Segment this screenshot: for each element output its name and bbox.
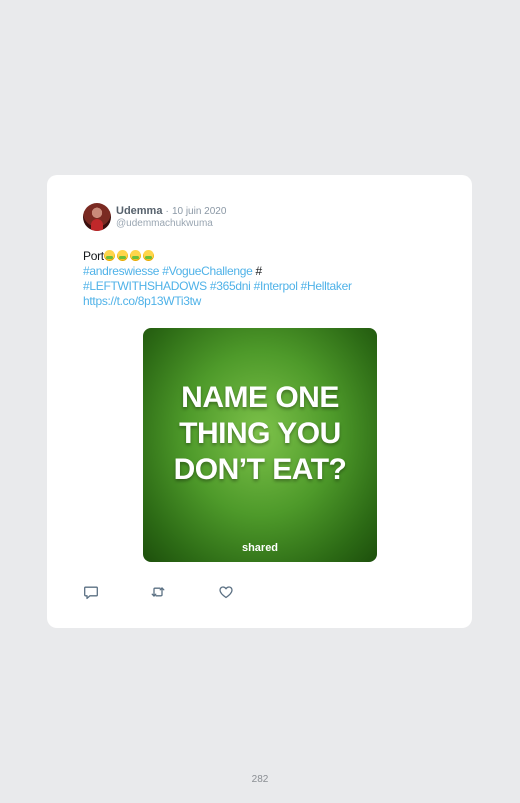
media-headline-line: THING YOU [179, 417, 341, 450]
nauseated-face-emoji-icon [116, 250, 128, 261]
tweet-media-image[interactable]: NAME ONE THING YOU DON’T EAT? shared [143, 328, 377, 562]
media-headline-line: DON’T EAT? [173, 453, 347, 486]
hashtag-link[interactable]: #VogueChallenge [162, 264, 253, 278]
hashtag-link[interactable]: #Interpol [254, 279, 298, 293]
hashtag-link[interactable]: #andreswiesse [83, 264, 159, 278]
author-handle[interactable]: @udemmachukwuma [116, 218, 213, 229]
hash-symbol: # [255, 264, 263, 278]
reply-icon[interactable] [83, 584, 99, 600]
retweet-icon[interactable] [150, 584, 166, 600]
author-name[interactable]: Udemma [116, 205, 162, 217]
hashtag-link[interactable]: #Helltaker [301, 279, 352, 293]
tweet-url-link[interactable]: https://t.co/8p13WTi3tw [83, 294, 201, 308]
tweet-date[interactable]: 10 juin 2020 [172, 206, 227, 217]
media-brand-watermark: shared [241, 542, 279, 554]
tweet-actions [83, 584, 283, 600]
avatar[interactable] [83, 203, 111, 231]
nauseated-face-emoji-icon [129, 250, 141, 261]
nauseated-face-emoji-icon [103, 250, 115, 261]
tweet-header: Udemma · 10 juin 2020 [116, 205, 226, 217]
nauseated-face-emoji-icon [142, 250, 154, 261]
media-headline-line: NAME ONE [181, 381, 339, 414]
header-separator: · [165, 206, 169, 217]
hashtag-link[interactable]: #365dni [210, 279, 251, 293]
tweet-text: Port #andreswiesse #VogueChallenge # #LE… [83, 249, 423, 309]
like-icon[interactable] [218, 584, 234, 600]
hashtag-link[interactable]: #LEFTWITHSHADOWS [83, 279, 207, 293]
text-start: Port [83, 249, 104, 263]
media-headline: NAME ONE THING YOU DON’T EAT? [143, 380, 377, 488]
tweet-card: Udemma · 10 juin 2020 @udemmachukwuma Po… [47, 175, 472, 628]
page-number: 282 [251, 774, 269, 785]
